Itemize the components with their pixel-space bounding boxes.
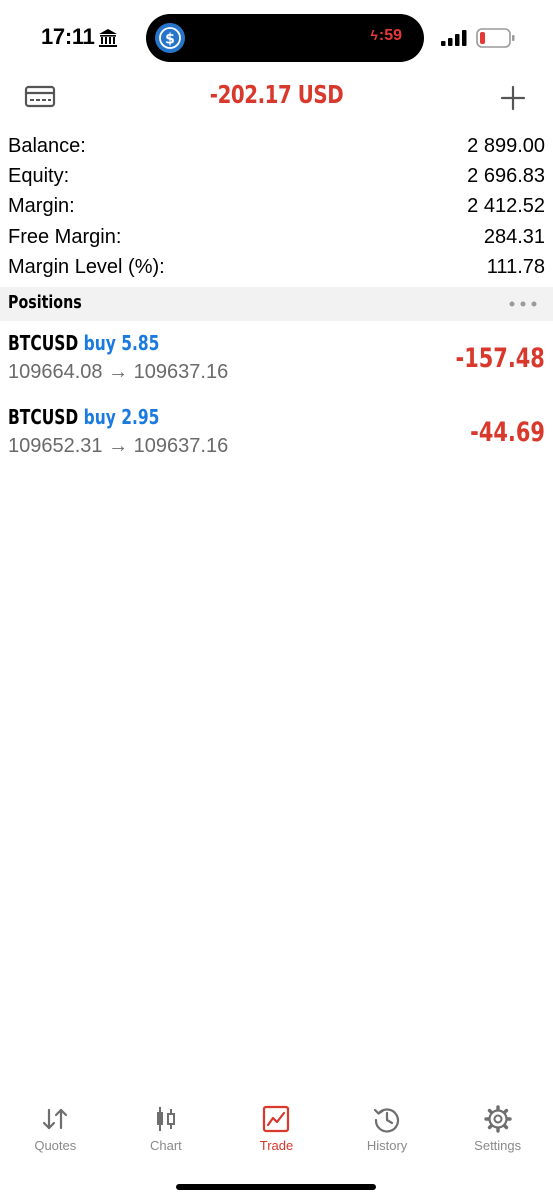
dynamic-island[interactable]: $ ϟ:59 xyxy=(146,14,424,62)
candlestick-icon xyxy=(156,1107,175,1131)
tab-chart[interactable]: Chart xyxy=(111,1096,222,1166)
tab-label: History xyxy=(366,1138,408,1153)
plus-icon[interactable] xyxy=(499,84,527,112)
more-dots-icon[interactable] xyxy=(509,301,537,307)
current-price: 109637.16 xyxy=(133,435,229,457)
summary-row-margin: Margin: 2 412.52 xyxy=(8,191,545,221)
arrow-right-icon: → xyxy=(108,435,129,457)
trade-chart-icon xyxy=(263,1105,290,1133)
tab-label: Chart xyxy=(149,1138,182,1153)
summary-label: Equity: xyxy=(8,164,70,187)
summary-label: Balance: xyxy=(8,134,86,157)
svg-text:$: $ xyxy=(165,32,175,48)
island-timer-text: :59 xyxy=(378,27,402,44)
position-profit: -157.48 xyxy=(455,343,545,374)
dollar-coin-icon: $ xyxy=(159,27,181,49)
summary-value: 111.78 xyxy=(486,255,545,278)
history-clock-icon xyxy=(373,1108,400,1133)
position-title: BTCUSD buy 2.95 xyxy=(8,405,159,429)
position-symbol: BTCUSD xyxy=(8,405,79,429)
position-prices: 109652.31 → 109637.16 xyxy=(8,435,228,458)
position-side: buy 5.85 xyxy=(83,331,160,355)
summary-value: 284.31 xyxy=(483,225,545,248)
trade-screen: 17:11 $ ϟ:59 -202.17 USD Balance: 2 899.… xyxy=(0,0,553,1200)
position-profit: -44.69 xyxy=(470,417,545,448)
tab-label: Settings xyxy=(474,1138,522,1153)
quotes-arrows-icon xyxy=(43,1108,68,1130)
summary-value: 2 696.83 xyxy=(467,164,545,187)
open-price: 109664.08 xyxy=(8,361,103,383)
tab-label: Quotes xyxy=(34,1138,77,1153)
island-timer: ϟ:59 xyxy=(370,27,402,45)
cellular-signal-icon xyxy=(441,30,467,46)
summary-value: 2 412.52 xyxy=(467,194,545,217)
tab-quotes[interactable]: Quotes xyxy=(0,1096,111,1166)
usdc-app-icon[interactable]: $ xyxy=(155,23,185,53)
bottom-tab-bar: Quotes Chart Trade History Settings xyxy=(0,1096,553,1166)
bolt-icon: ϟ xyxy=(370,27,378,43)
tab-trade[interactable]: Trade xyxy=(221,1096,332,1166)
gear-icon xyxy=(483,1105,512,1133)
positions-section-header: Positions xyxy=(0,287,553,321)
bank-icon xyxy=(99,29,117,47)
summary-row-free-margin: Free Margin: 284.31 xyxy=(8,222,545,252)
floating-profit-title: -202.17 USD xyxy=(209,80,344,109)
position-row[interactable]: BTCUSD buy 2.95 109652.31 → 109637.16 -4… xyxy=(0,405,553,481)
summary-row-balance: Balance: 2 899.00 xyxy=(8,131,545,161)
open-price: 109652.31 xyxy=(8,435,103,457)
current-price: 109637.16 xyxy=(133,361,229,383)
summary-value: 2 899.00 xyxy=(467,134,545,157)
summary-label: Free Margin: xyxy=(8,225,122,248)
battery-icon xyxy=(476,28,515,48)
tab-label: Trade xyxy=(259,1138,294,1153)
arrow-right-icon: → xyxy=(108,361,129,383)
position-row[interactable]: BTCUSD buy 5.85 109664.08 → 109637.16 -1… xyxy=(0,331,553,407)
tab-history[interactable]: History xyxy=(332,1096,443,1166)
status-time: 17:11 xyxy=(41,24,95,49)
home-indicator[interactable] xyxy=(176,1184,376,1190)
position-title: BTCUSD buy 5.85 xyxy=(8,331,159,355)
position-side: buy 2.95 xyxy=(83,405,160,429)
position-symbol: BTCUSD xyxy=(8,331,79,355)
summary-label: Margin: xyxy=(8,194,75,217)
position-prices: 109664.08 → 109637.16 xyxy=(8,361,228,384)
summary-row-equity: Equity: 2 696.83 xyxy=(8,161,545,191)
summary-row-margin-level: Margin Level (%): 111.78 xyxy=(8,252,545,282)
positions-title: Positions xyxy=(8,292,82,313)
summary-label: Margin Level (%): xyxy=(8,255,165,278)
tab-settings[interactable]: Settings xyxy=(442,1096,553,1166)
